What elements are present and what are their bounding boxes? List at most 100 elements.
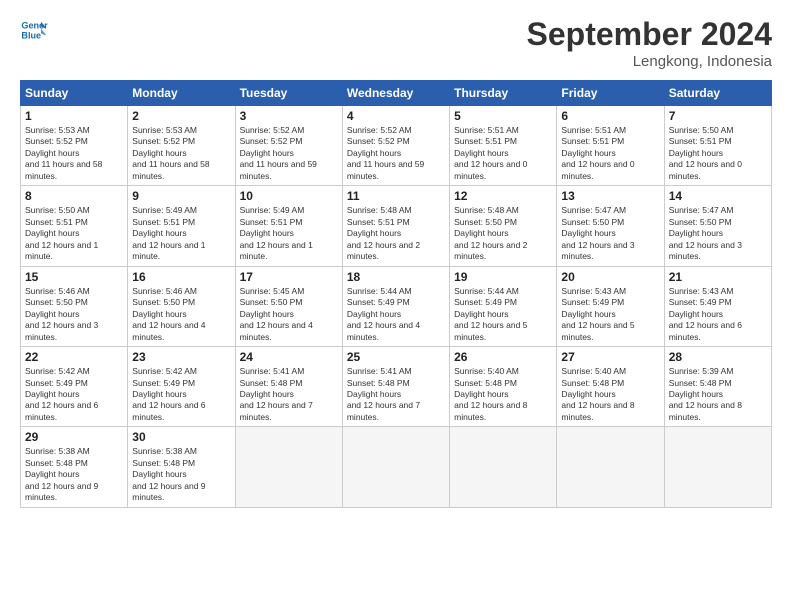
cell-content: Sunrise: 5:41 AM Sunset: 5:48 PM Dayligh… (240, 366, 338, 423)
table-row: 19 Sunrise: 5:44 AM Sunset: 5:49 PM Dayl… (450, 266, 557, 346)
calendar-week-row: 29 Sunrise: 5:38 AM Sunset: 5:48 PM Dayl… (21, 427, 772, 507)
day-number: 18 (347, 270, 445, 284)
calendar-week-row: 15 Sunrise: 5:46 AM Sunset: 5:50 PM Dayl… (21, 266, 772, 346)
col-friday: Friday (557, 81, 664, 106)
day-number: 5 (454, 109, 552, 123)
calendar-header-row: Sunday Monday Tuesday Wednesday Thursday… (21, 81, 772, 106)
day-number: 14 (669, 189, 767, 203)
cell-content: Sunrise: 5:51 AM Sunset: 5:51 PM Dayligh… (454, 125, 552, 182)
day-number: 6 (561, 109, 659, 123)
cell-content: Sunrise: 5:53 AM Sunset: 5:52 PM Dayligh… (132, 125, 230, 182)
cell-content: Sunrise: 5:39 AM Sunset: 5:48 PM Dayligh… (669, 366, 767, 423)
table-row: 15 Sunrise: 5:46 AM Sunset: 5:50 PM Dayl… (21, 266, 128, 346)
cell-content: Sunrise: 5:47 AM Sunset: 5:50 PM Dayligh… (669, 205, 767, 262)
day-number: 25 (347, 350, 445, 364)
table-row: 6 Sunrise: 5:51 AM Sunset: 5:51 PM Dayli… (557, 106, 664, 186)
svg-text:Blue: Blue (21, 30, 41, 40)
table-row: 23 Sunrise: 5:42 AM Sunset: 5:49 PM Dayl… (128, 347, 235, 427)
day-number: 30 (132, 430, 230, 444)
day-number: 12 (454, 189, 552, 203)
logo: General Blue (20, 16, 48, 44)
day-number: 17 (240, 270, 338, 284)
table-row: 11 Sunrise: 5:48 AM Sunset: 5:51 PM Dayl… (342, 186, 449, 266)
table-row: 30 Sunrise: 5:38 AM Sunset: 5:48 PM Dayl… (128, 427, 235, 507)
table-row: 20 Sunrise: 5:43 AM Sunset: 5:49 PM Dayl… (557, 266, 664, 346)
cell-content: Sunrise: 5:51 AM Sunset: 5:51 PM Dayligh… (561, 125, 659, 182)
table-row (235, 427, 342, 507)
table-row: 27 Sunrise: 5:40 AM Sunset: 5:48 PM Dayl… (557, 347, 664, 427)
day-number: 9 (132, 189, 230, 203)
calendar-week-row: 8 Sunrise: 5:50 AM Sunset: 5:51 PM Dayli… (21, 186, 772, 266)
day-number: 1 (25, 109, 123, 123)
table-row: 1 Sunrise: 5:53 AM Sunset: 5:52 PM Dayli… (21, 106, 128, 186)
table-row: 21 Sunrise: 5:43 AM Sunset: 5:49 PM Dayl… (664, 266, 771, 346)
cell-content: Sunrise: 5:45 AM Sunset: 5:50 PM Dayligh… (240, 286, 338, 343)
day-number: 3 (240, 109, 338, 123)
logo-icon: General Blue (20, 16, 48, 44)
col-monday: Monday (128, 81, 235, 106)
table-row: 28 Sunrise: 5:39 AM Sunset: 5:48 PM Dayl… (664, 347, 771, 427)
table-row: 3 Sunrise: 5:52 AM Sunset: 5:52 PM Dayli… (235, 106, 342, 186)
day-number: 29 (25, 430, 123, 444)
table-row: 9 Sunrise: 5:49 AM Sunset: 5:51 PM Dayli… (128, 186, 235, 266)
table-row (664, 427, 771, 507)
day-number: 10 (240, 189, 338, 203)
day-number: 11 (347, 189, 445, 203)
cell-content: Sunrise: 5:40 AM Sunset: 5:48 PM Dayligh… (454, 366, 552, 423)
cell-content: Sunrise: 5:52 AM Sunset: 5:52 PM Dayligh… (240, 125, 338, 182)
cell-content: Sunrise: 5:52 AM Sunset: 5:52 PM Dayligh… (347, 125, 445, 182)
header: General Blue September 2024 Lengkong, In… (20, 16, 772, 70)
day-number: 28 (669, 350, 767, 364)
table-row: 13 Sunrise: 5:47 AM Sunset: 5:50 PM Dayl… (557, 186, 664, 266)
cell-content: Sunrise: 5:38 AM Sunset: 5:48 PM Dayligh… (132, 446, 230, 503)
table-row (450, 427, 557, 507)
cell-content: Sunrise: 5:42 AM Sunset: 5:49 PM Dayligh… (25, 366, 123, 423)
cell-content: Sunrise: 5:43 AM Sunset: 5:49 PM Dayligh… (561, 286, 659, 343)
day-number: 8 (25, 189, 123, 203)
table-row: 12 Sunrise: 5:48 AM Sunset: 5:50 PM Dayl… (450, 186, 557, 266)
day-number: 27 (561, 350, 659, 364)
table-row: 29 Sunrise: 5:38 AM Sunset: 5:48 PM Dayl… (21, 427, 128, 507)
day-number: 26 (454, 350, 552, 364)
day-number: 20 (561, 270, 659, 284)
col-wednesday: Wednesday (342, 81, 449, 106)
cell-content: Sunrise: 5:38 AM Sunset: 5:48 PM Dayligh… (25, 446, 123, 503)
cell-content: Sunrise: 5:50 AM Sunset: 5:51 PM Dayligh… (669, 125, 767, 182)
table-row: 24 Sunrise: 5:41 AM Sunset: 5:48 PM Dayl… (235, 347, 342, 427)
cell-content: Sunrise: 5:42 AM Sunset: 5:49 PM Dayligh… (132, 366, 230, 423)
table-row: 26 Sunrise: 5:40 AM Sunset: 5:48 PM Dayl… (450, 347, 557, 427)
day-number: 7 (669, 109, 767, 123)
table-row: 14 Sunrise: 5:47 AM Sunset: 5:50 PM Dayl… (664, 186, 771, 266)
table-row: 4 Sunrise: 5:52 AM Sunset: 5:52 PM Dayli… (342, 106, 449, 186)
cell-content: Sunrise: 5:44 AM Sunset: 5:49 PM Dayligh… (347, 286, 445, 343)
col-thursday: Thursday (450, 81, 557, 106)
table-row: 8 Sunrise: 5:50 AM Sunset: 5:51 PM Dayli… (21, 186, 128, 266)
table-row: 10 Sunrise: 5:49 AM Sunset: 5:51 PM Dayl… (235, 186, 342, 266)
col-tuesday: Tuesday (235, 81, 342, 106)
table-row: 7 Sunrise: 5:50 AM Sunset: 5:51 PM Dayli… (664, 106, 771, 186)
cell-content: Sunrise: 5:40 AM Sunset: 5:48 PM Dayligh… (561, 366, 659, 423)
table-row: 25 Sunrise: 5:41 AM Sunset: 5:48 PM Dayl… (342, 347, 449, 427)
calendar-table: Sunday Monday Tuesday Wednesday Thursday… (20, 80, 772, 508)
title-block: September 2024 Lengkong, Indonesia (527, 16, 772, 70)
day-number: 2 (132, 109, 230, 123)
cell-content: Sunrise: 5:49 AM Sunset: 5:51 PM Dayligh… (132, 205, 230, 262)
day-number: 23 (132, 350, 230, 364)
cell-content: Sunrise: 5:49 AM Sunset: 5:51 PM Dayligh… (240, 205, 338, 262)
cell-content: Sunrise: 5:48 AM Sunset: 5:50 PM Dayligh… (454, 205, 552, 262)
table-row: 2 Sunrise: 5:53 AM Sunset: 5:52 PM Dayli… (128, 106, 235, 186)
location: Lengkong, Indonesia (527, 53, 772, 70)
cell-content: Sunrise: 5:48 AM Sunset: 5:51 PM Dayligh… (347, 205, 445, 262)
day-number: 24 (240, 350, 338, 364)
day-number: 22 (25, 350, 123, 364)
day-number: 4 (347, 109, 445, 123)
table-row: 16 Sunrise: 5:46 AM Sunset: 5:50 PM Dayl… (128, 266, 235, 346)
day-number: 15 (25, 270, 123, 284)
cell-content: Sunrise: 5:53 AM Sunset: 5:52 PM Dayligh… (25, 125, 123, 182)
table-row: 5 Sunrise: 5:51 AM Sunset: 5:51 PM Dayli… (450, 106, 557, 186)
col-sunday: Sunday (21, 81, 128, 106)
table-row: 18 Sunrise: 5:44 AM Sunset: 5:49 PM Dayl… (342, 266, 449, 346)
day-number: 21 (669, 270, 767, 284)
table-row: 17 Sunrise: 5:45 AM Sunset: 5:50 PM Dayl… (235, 266, 342, 346)
cell-content: Sunrise: 5:43 AM Sunset: 5:49 PM Dayligh… (669, 286, 767, 343)
